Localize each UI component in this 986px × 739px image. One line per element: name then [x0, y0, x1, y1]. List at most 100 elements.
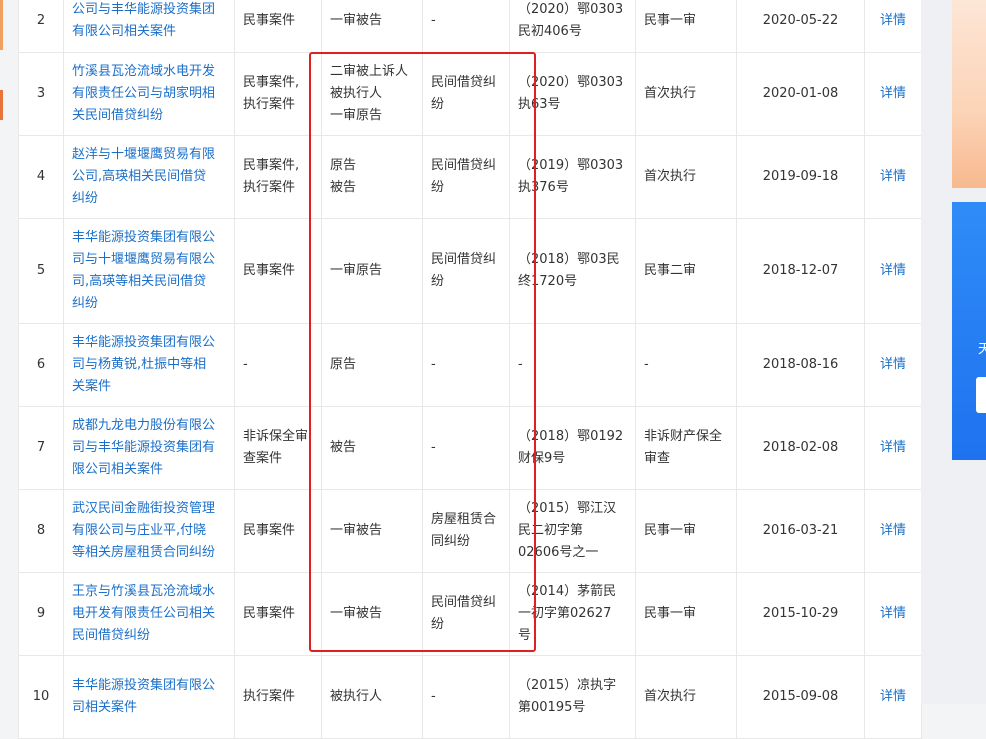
promo-search-input[interactable] [976, 377, 986, 413]
trial-stage-cell-td: 首次执行 [635, 52, 737, 136]
case-table-container: 2 公司与丰华能源投资集团 有限公司相关案件 民事案件 一审被告 - （2020）鄂030… [18, 0, 922, 739]
case-number-cell-td: 5 [18, 218, 64, 324]
case-title-link[interactable]: 武汉民间金融街投资管理 有限公司与庄业平,付晓 等相关房屋租赁合同纠纷 [72, 498, 226, 564]
case-title-link-td: 丰华能源投资集团有限公 司与杨黄锐,杜振中等相 关案件 [63, 323, 235, 407]
case-title-link[interactable]: 赵洋与十堰堰鹰贸易有限 公司,高瑛相关民间借贷 纠纷 [72, 144, 226, 210]
case-title-link-td: 成都九龙电力股份有限公 司与丰华能源投资集团有 限公司相关案件 [63, 406, 235, 490]
case-cause-cell-td: - [422, 0, 510, 53]
party-role-cell: 原告 [330, 357, 357, 372]
table-row: 2 公司与丰华能源投资集团 有限公司相关案件 民事案件 一审被告 - （2020）鄂030… [18, 0, 922, 53]
detail-link[interactable]: 详情 [880, 440, 906, 455]
detail-link[interactable]: 详情 [880, 606, 906, 621]
case-title-link-td: 王京与竹溪县瓦沧流域水 电开发有限责任公司相关 民间借贷纠纷 [63, 572, 235, 656]
case-title-link[interactable]: 公司与丰华能源投资集团 有限公司相关案件 [72, 0, 226, 43]
detail-link-td: 详情 [864, 323, 922, 407]
trial-stage-cell-td: 民事二审 [635, 218, 737, 324]
case-title-link[interactable]: 竹溪县瓦沧流域水电开发 有限责任公司与胡家明相 关民间借贷纠纷 [72, 61, 226, 127]
party-role-cell: 一审原告 [330, 263, 383, 278]
filing-date-cell: 2019-09-18 [762, 169, 839, 184]
left-edge-strip [0, 0, 18, 704]
trial-stage-cell: - [644, 357, 649, 372]
promo-banner-top[interactable] [952, 0, 986, 188]
filing-date-cell-td: 2015-10-29 [736, 572, 865, 656]
left-accent-tab [0, 0, 3, 50]
case-cause-cell-td: 民间借贷纠 纷 [422, 218, 510, 324]
case-type-cell: 民事案件 [243, 12, 296, 28]
case-type-cell-td: 执行案件 [234, 655, 322, 739]
case-reference-cell: （2015）鄂江汉 民二初字第 02606号之一 [518, 501, 617, 560]
table-row: 7 成都九龙电力股份有限公 司与丰华能源投资集团有 限公司相关案件 非诉保全审 查案… [18, 406, 922, 490]
detail-link[interactable]: 详情 [880, 523, 906, 538]
case-cause-cell-td: 民间借贷纠 纷 [422, 572, 510, 656]
case-title-link-td: 竹溪县瓦沧流域水电开发 有限责任公司与胡家明相 关民间借贷纠纷 [63, 52, 235, 136]
case-title-link[interactable]: 丰华能源投资集团有限公 司相关案件 [72, 675, 226, 719]
detail-link[interactable]: 详情 [880, 689, 906, 704]
detail-link[interactable]: 详情 [880, 169, 906, 184]
table-row: 3 竹溪县瓦沧流域水电开发 有限责任公司与胡家明相 关民间借贷纠纷 民事案件, 执行… [18, 52, 922, 136]
case-number-cell-td: 8 [18, 489, 64, 573]
promo-banner-bottom[interactable] [952, 202, 986, 460]
detail-link[interactable]: 详情 [880, 86, 906, 101]
case-title-link[interactable]: 丰华能源投资集团有限公 司与杨黄锐,杜振中等相 关案件 [72, 332, 226, 398]
case-cause-cell: 民间借贷纠 纷 [431, 252, 497, 289]
table-row: 8 武汉民间金融街投资管理 有限公司与庄业平,付晓 等相关房屋租赁合同纠纷 民事案件… [18, 489, 922, 573]
detail-link-td: 详情 [864, 135, 922, 219]
case-cause-cell: - [431, 12, 436, 28]
trial-stage-cell-td: 首次执行 [635, 655, 737, 739]
case-number-cell: 9 [36, 606, 46, 621]
case-type-cell-td: 民事案件 [234, 489, 322, 573]
case-reference-cell: （2018）鄂03民 终1720号 [518, 252, 620, 289]
case-type-cell: 非诉保全审 查案件 [243, 429, 309, 466]
case-title-link-td: 武汉民间金融街投资管理 有限公司与庄业平,付晓 等相关房屋租赁合同纠纷 [63, 489, 235, 573]
table-row: 10 丰华能源投资集团有限公 司相关案件 执行案件 被执行人 - （2015）凉执字 第0… [18, 655, 922, 739]
trial-stage-cell: 首次执行 [644, 86, 697, 101]
trial-stage-cell: 民事一审 [644, 12, 697, 28]
case-reference-cell: （2019）鄂0303 执376号 [518, 158, 624, 195]
case-type-cell: - [243, 357, 248, 372]
party-role-cell-td: 一审被告 [321, 572, 423, 656]
trial-stage-cell: 民事一审 [644, 523, 697, 538]
case-cause-cell-td: 民间借贷纠 纷 [422, 52, 510, 136]
case-type-cell: 民事案件 [243, 606, 296, 621]
case-reference-cell: （2014）茅箭民 一初字第02627 号 [518, 584, 617, 643]
case-title-link[interactable]: 成都九龙电力股份有限公 司与丰华能源投资集团有 限公司相关案件 [72, 415, 226, 481]
detail-link[interactable]: 详情 [880, 13, 906, 28]
filing-date-cell: 2015-10-29 [762, 606, 839, 621]
case-type-cell-td: 民事案件, 执行案件 [234, 52, 322, 136]
party-role-cell-td: 一审原告 [321, 218, 423, 324]
trial-stage-cell: 非诉财产保全 审查 [644, 429, 723, 466]
case-title-link[interactable]: 王京与竹溪县瓦沧流域水 电开发有限责任公司相关 民间借贷纠纷 [72, 581, 226, 647]
case-number-cell: 4 [36, 169, 46, 184]
case-reference-cell: （2020）鄂0303 执63号 [518, 75, 624, 112]
case-type-cell: 民事案件, 执行案件 [243, 158, 300, 195]
detail-link[interactable]: 详情 [880, 263, 906, 278]
case-title-link-td: 丰华能源投资集团有限公 司与十堰堰鹰贸易有限公 司,高瑛等相关民间借贷 纠纷 [63, 218, 235, 324]
party-role-cell: 一审被告 [330, 523, 383, 538]
case-title-link[interactable]: 丰华能源投资集团有限公 司与十堰堰鹰贸易有限公 司,高瑛等相关民间借贷 纠纷 [72, 227, 226, 315]
case-number-cell: 6 [36, 357, 46, 372]
filing-date-cell: 2018-12-07 [762, 263, 839, 278]
detail-link[interactable]: 详情 [880, 357, 906, 372]
party-role-cell: 一审被告 [330, 12, 383, 28]
detail-link-td: 详情 [864, 655, 922, 739]
party-role-cell: 被告 [330, 440, 357, 455]
promo-banner-text: 天 [978, 342, 986, 357]
filing-date-cell-td: 2018-08-16 [736, 323, 865, 407]
case-number-cell-td: 7 [18, 406, 64, 490]
party-role-cell-td: 二审被上诉人 被执行人 一审原告 [321, 52, 423, 136]
case-cause-cell: - [431, 440, 436, 455]
party-role-cell: 一审被告 [330, 606, 383, 621]
left-accent-tab [0, 90, 3, 120]
case-type-cell-td: 民事案件, 执行案件 [234, 135, 322, 219]
table-row: 6 丰华能源投资集团有限公 司与杨黄锐,杜振中等相 关案件 - 原告 - - - 2018-0… [18, 323, 922, 407]
case-number-cell: 3 [36, 86, 46, 101]
case-reference-cell-td: （2019）鄂0303 执376号 [509, 135, 636, 219]
trial-stage-cell: 民事一审 [644, 606, 697, 621]
case-number-cell: 5 [36, 263, 46, 278]
filing-date-cell: 2020-01-08 [762, 86, 839, 101]
filing-date-cell: 2016-03-21 [762, 523, 839, 538]
case-reference-cell: （2015）凉执字 第00195号 [518, 678, 617, 715]
detail-link-td: 详情 [864, 572, 922, 656]
trial-stage-cell-td: - [635, 323, 737, 407]
filing-date-cell: 2020-05-22 [762, 12, 839, 28]
